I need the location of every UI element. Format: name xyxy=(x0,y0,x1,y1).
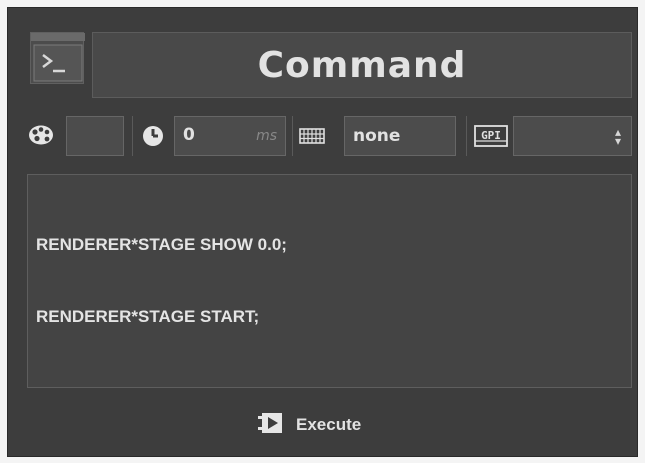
gpi-label: GPI xyxy=(481,129,501,142)
spinner-arrows-icon: ▴ ▾ xyxy=(614,125,621,148)
toolbar-divider xyxy=(292,116,293,156)
gpi-icon: GPI xyxy=(474,125,508,151)
clock-icon xyxy=(142,125,164,151)
gpi-select[interactable]: ▴ ▾ xyxy=(513,116,632,156)
delay-field[interactable]: 0 ms xyxy=(174,116,286,156)
command-toolbar: 0 ms none GPI ▴ ▾ xyxy=(8,112,639,156)
delay-unit: ms xyxy=(256,128,277,144)
command-line: RENDERER*STAGE START; xyxy=(36,307,260,326)
color-swatch[interactable] xyxy=(66,116,124,156)
shortcut-value: none xyxy=(353,126,401,146)
delay-value: 0 xyxy=(183,125,195,145)
toolbar-divider xyxy=(466,116,467,156)
terminal-icon xyxy=(30,32,85,84)
palette-icon xyxy=(28,124,54,150)
execute-button[interactable]: Execute xyxy=(258,408,361,442)
command-line: RENDERER*STAGE SHOW 0.0; xyxy=(36,235,287,254)
execute-icon xyxy=(258,411,286,439)
execute-label: Execute xyxy=(296,415,362,434)
toolbar-divider xyxy=(132,116,133,156)
keyboard-icon xyxy=(299,128,325,148)
command-textarea[interactable]: RENDERER*STAGE SHOW 0.0; RENDERER*STAGE … xyxy=(27,174,632,388)
page-title: Command xyxy=(92,32,632,98)
shortcut-field[interactable]: none xyxy=(344,116,456,156)
command-panel: Command 0 ms none GPI ▴ ▾ RENDERER*STAGE… xyxy=(7,7,638,457)
